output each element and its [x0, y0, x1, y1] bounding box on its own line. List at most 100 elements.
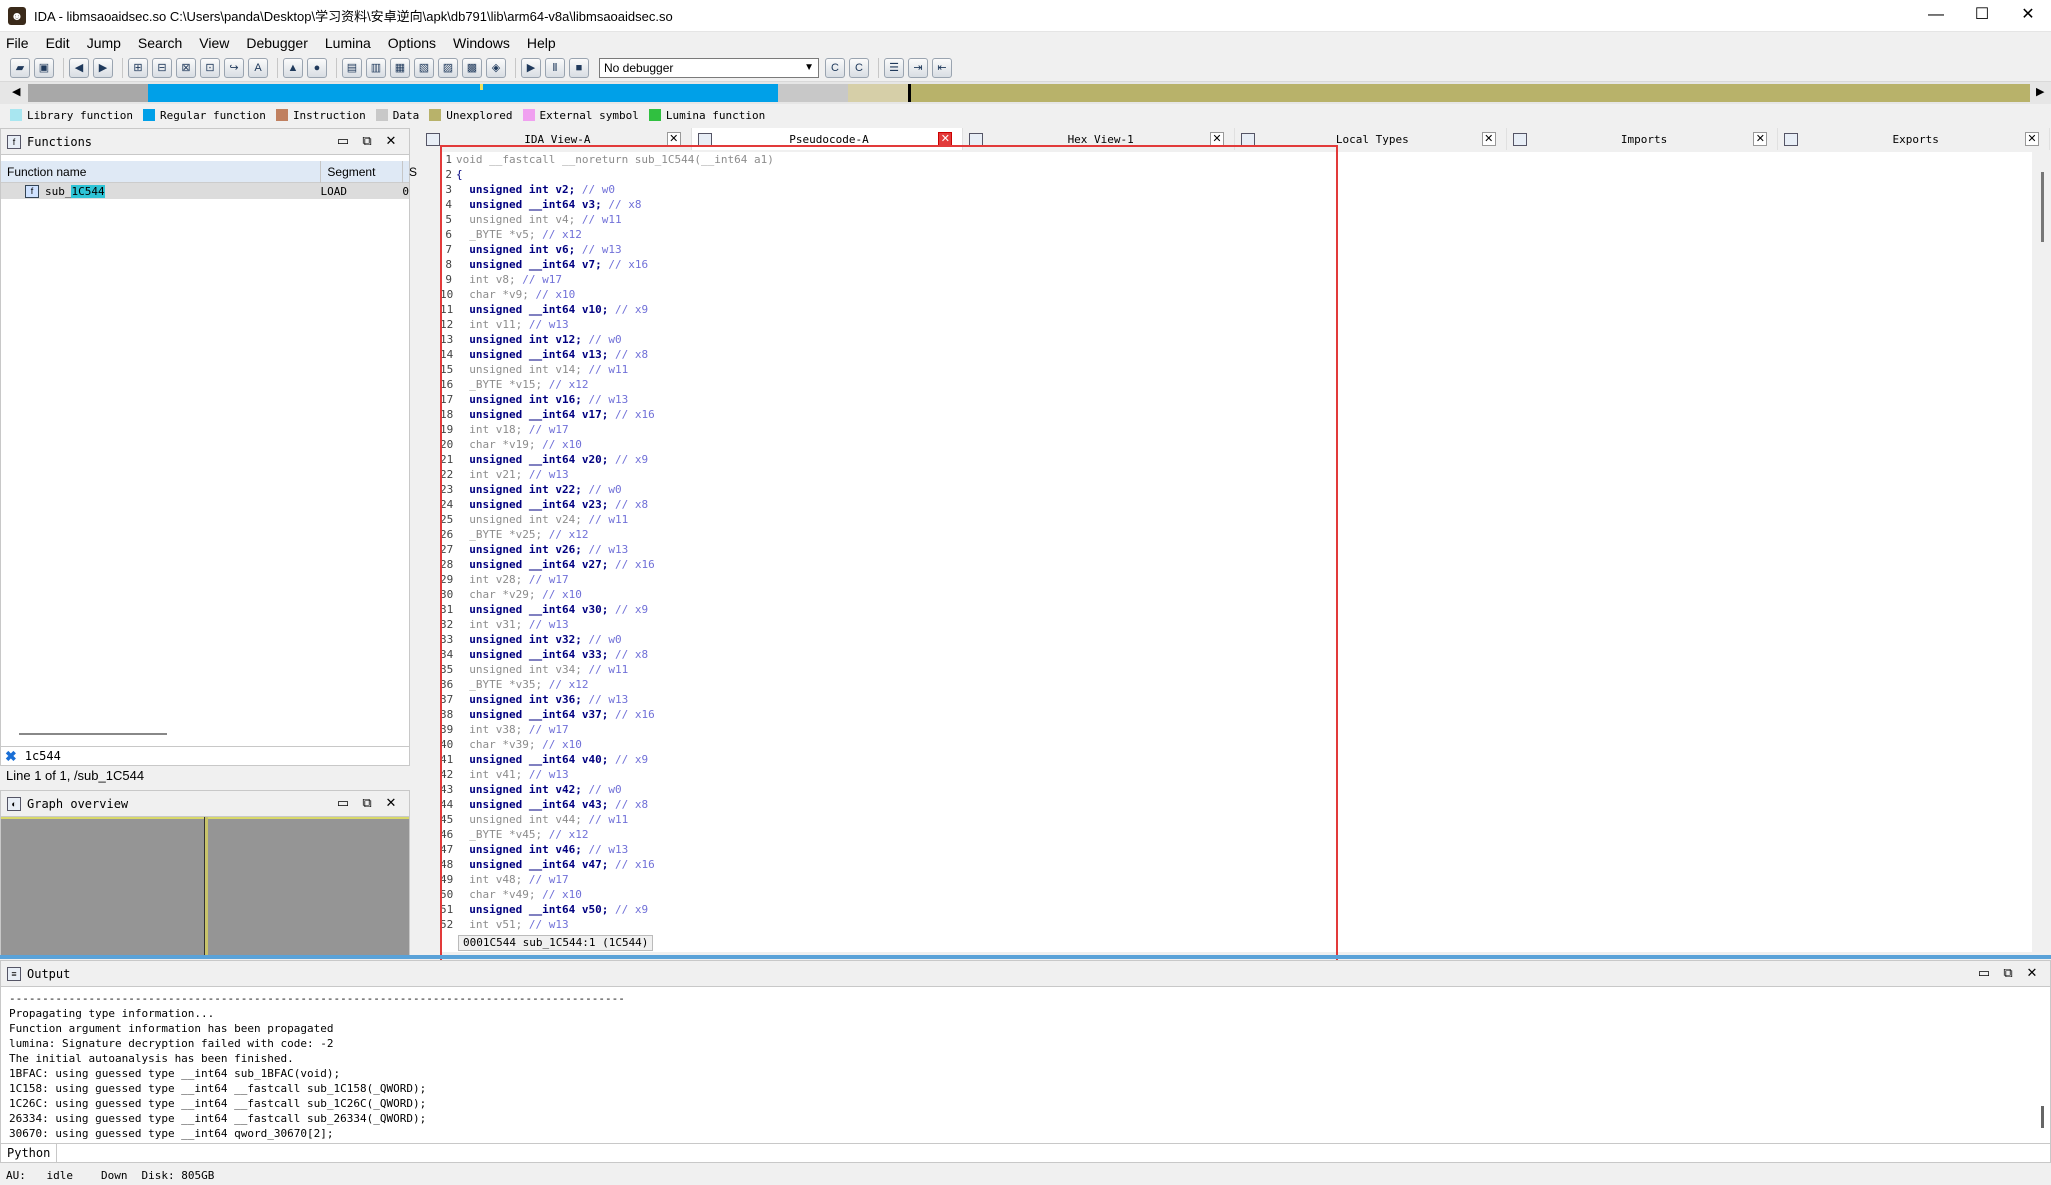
output-line: 1BFAC: using guessed type __int64 sub_1B… [9, 1067, 341, 1080]
legend-label: Lumina function [665, 108, 766, 122]
menu-file[interactable]: File [6, 35, 29, 51]
c-sync-icon[interactable]: C [849, 57, 869, 78]
vertical-scrollbar[interactable] [2036, 152, 2050, 952]
pause-icon[interactable]: Ⅱ [545, 57, 565, 78]
nav-code-icon[interactable]: ⊞ [128, 57, 148, 78]
tab-exports[interactable]: Exports ✕ [1778, 128, 2051, 150]
menu-windows[interactable]: Windows [453, 35, 510, 51]
legend-swatch [142, 109, 155, 121]
back-icon[interactable]: ◀ [69, 57, 89, 78]
menu-help[interactable]: Help [527, 35, 556, 51]
filter-bar: ✖ 1c544 [0, 746, 410, 766]
graph-overview-canvas[interactable] [1, 817, 409, 955]
nav-data-icon[interactable]: ⊟ [152, 57, 172, 78]
close-tab-icon[interactable]: ✕ [2025, 132, 2040, 146]
float-panel-icon[interactable]: ⧉ [355, 133, 379, 149]
output-scrollbar[interactable] [2041, 1106, 2044, 1128]
col-function-name[interactable]: Function name [1, 160, 322, 183]
legend-swatch [10, 109, 22, 121]
text-icon[interactable]: A [248, 57, 268, 78]
menu-view[interactable]: View [199, 35, 229, 51]
layout-7-icon[interactable]: ◈ [486, 57, 506, 78]
layout-3-icon[interactable]: ▦ [390, 57, 410, 78]
python-button[interactable]: Python [1, 1144, 58, 1162]
graph-icon[interactable]: ▲ [283, 57, 303, 78]
maximize-panel-icon[interactable]: ▭ [331, 133, 355, 149]
close-tab-icon[interactable]: ✕ [666, 132, 681, 146]
menu-jump[interactable]: Jump [87, 35, 121, 51]
nav-marker [480, 84, 483, 90]
navigation-band[interactable]: ◀ ▶ [0, 82, 2051, 104]
maximize-button[interactable]: ☐ [1959, 0, 2005, 32]
close-panel-icon[interactable]: ✕ [379, 795, 403, 811]
save-icon[interactable]: ▣ [34, 57, 54, 78]
close-panel-icon[interactable]: ✕ [2020, 965, 2044, 981]
scrollbar-thumb[interactable] [2041, 172, 2044, 242]
menu-edit[interactable]: Edit [46, 35, 70, 51]
layout-4-icon[interactable]: ▧ [414, 57, 434, 78]
c-decompile-icon[interactable]: C [825, 57, 845, 78]
nav-right-arrow-icon[interactable]: ▶ [2036, 85, 2044, 98]
menu-bar: File Edit Jump Search View Debugger Lumi… [0, 32, 2051, 54]
tab-imports[interactable]: Imports ✕ [1507, 128, 1779, 150]
close-panel-icon[interactable]: ✕ [379, 133, 403, 149]
list-icon[interactable]: ☰ [884, 57, 904, 78]
horizontal-scrollbar[interactable] [19, 733, 167, 735]
menu-search[interactable]: Search [138, 35, 182, 51]
col-segment[interactable]: Segment [321, 160, 403, 183]
layout-6-icon[interactable]: ▩ [462, 57, 482, 78]
legend-swatch [275, 109, 288, 121]
graph-overview-panel: ◐ Graph overview ▭ ⧉ ✕ [0, 790, 410, 955]
toolbar-separator [122, 57, 123, 78]
layout-1-icon[interactable]: ▤ [342, 57, 362, 78]
legend-swatch [648, 109, 661, 121]
clear-filter-icon[interactable]: ✖ [5, 748, 17, 765]
output-line: lumina: Signature decryption failed with… [9, 1037, 334, 1050]
debugger-select[interactable]: No debugger ▼ [599, 57, 819, 78]
legend-item: Unexplored [429, 109, 513, 122]
table-row[interactable]: f sub_1C544 LOAD 0 [1, 183, 409, 199]
maximize-panel-icon[interactable]: ▭ [331, 795, 355, 811]
col-extra[interactable]: S [403, 161, 417, 183]
run-icon[interactable]: ▶ [521, 57, 541, 78]
command-input[interactable] [57, 1144, 2050, 1162]
maximize-panel-icon[interactable]: ▭ [1972, 965, 1996, 981]
lumina-icon[interactable]: ● [307, 57, 327, 78]
outdent-icon[interactable]: ⇤ [932, 57, 952, 78]
float-panel-icon[interactable]: ⧉ [1996, 965, 2020, 981]
nav-string-icon[interactable]: ⊠ [176, 57, 196, 78]
close-tab-icon[interactable]: ✕ [1210, 132, 1225, 146]
close-tab-icon[interactable]: ✕ [1753, 132, 1768, 146]
nav-left-arrow-icon[interactable]: ◀ [12, 85, 20, 98]
close-window-button[interactable]: ✕ [2005, 0, 2051, 32]
output-line: ----------------------------------------… [9, 992, 625, 1005]
tab-label: IDA View-A [524, 132, 591, 146]
stop-icon[interactable]: ■ [569, 57, 589, 78]
menu-debugger[interactable]: Debugger [246, 35, 308, 51]
panel-controls: ▭ ⧉ ✕ [331, 795, 403, 811]
highlight-box [440, 145, 1338, 963]
graph-icon: ◐ [7, 796, 21, 811]
graph-node-line [204, 817, 208, 955]
indent-icon[interactable]: ⇥ [908, 57, 928, 78]
float-panel-icon[interactable]: ⧉ [355, 795, 379, 811]
close-tab-icon[interactable]: ✕ [1481, 132, 1496, 146]
menu-lumina[interactable]: Lumina [325, 35, 371, 51]
forward-icon[interactable]: ▶ [93, 57, 113, 78]
filter-input[interactable]: 1c544 [25, 749, 61, 763]
close-tab-icon[interactable]: ✕ [938, 132, 953, 146]
command-bar: Python [0, 1143, 2051, 1163]
layout-2-icon[interactable]: ▥ [366, 57, 386, 78]
legend-item: Instruction [275, 109, 366, 122]
open-icon[interactable]: ▰ [10, 57, 30, 78]
layout-5-icon[interactable]: ▨ [438, 57, 458, 78]
legend: Library function Regular function Instru… [0, 105, 2051, 125]
nav-unexplored-icon[interactable]: ⊡ [200, 57, 220, 78]
menu-options[interactable]: Options [388, 35, 436, 51]
panel-splitter[interactable] [0, 955, 2051, 959]
output-line: The initial autoanalysis has been finish… [9, 1052, 294, 1065]
minimize-button[interactable]: — [1913, 0, 1959, 32]
output-line: 30670: using guessed type __int64 qword_… [9, 1127, 334, 1140]
window-controls: — ☐ ✕ [1913, 0, 2051, 32]
jump-icon[interactable]: ↪ [224, 57, 244, 78]
